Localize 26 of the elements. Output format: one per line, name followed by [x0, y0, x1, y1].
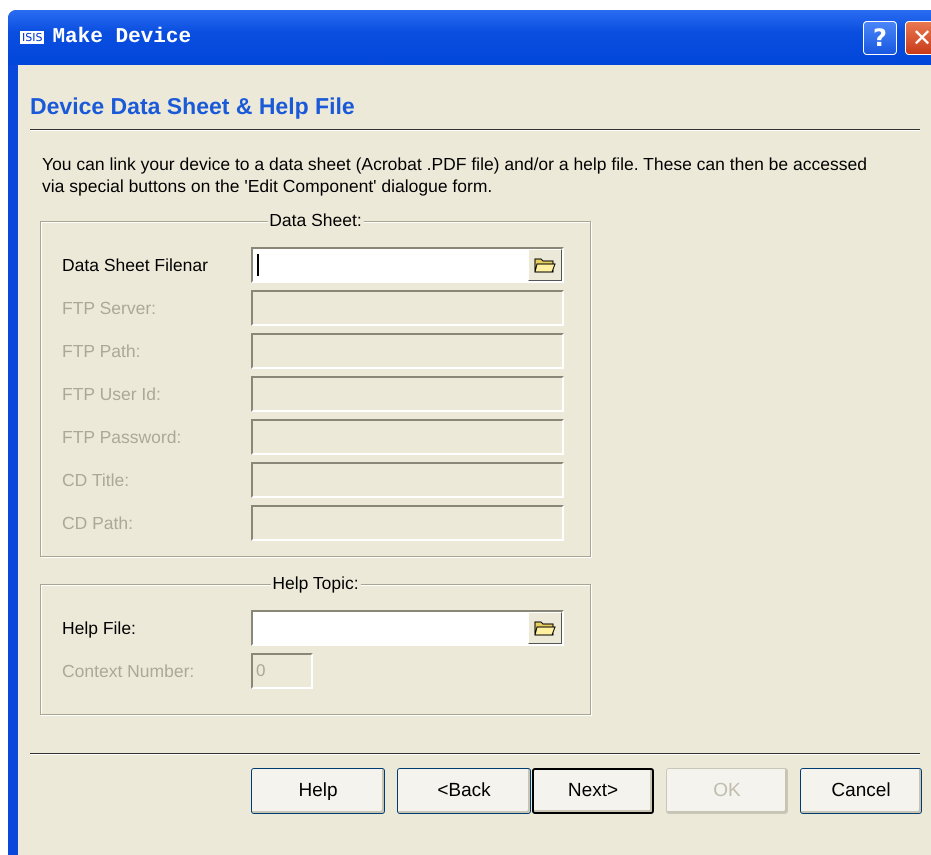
dialog-button[interactable]: Next> — [532, 768, 654, 814]
file-field[interactable] — [251, 610, 564, 646]
field-label: FTP User Id: — [62, 384, 162, 404]
field-label: Context Number: — [62, 660, 196, 682]
dialog-button[interactable]: <Back — [397, 768, 531, 814]
help-button[interactable]: ? — [863, 20, 897, 54]
field-label: CD Path: — [62, 512, 134, 534]
app-badge: ISIS — [20, 31, 44, 44]
field-label: FTP Password: — [62, 426, 182, 448]
field-label: Help File: — [62, 618, 137, 638]
browse-button[interactable] — [528, 249, 562, 281]
dialog-button[interactable]: Help — [251, 768, 385, 814]
field-label: CD Title: — [62, 470, 130, 490]
folder-icon — [534, 256, 556, 274]
field-label: FTP Path: — [62, 340, 142, 362]
page-heading: Device Data Sheet & Help File — [30, 93, 356, 120]
dialog-button[interactable]: Cancel — [800, 768, 922, 814]
close-button[interactable]: ✕ — [905, 20, 931, 54]
description-text: You can link your device to a data sheet (Acrobat .PDF file) and/or a help file. These can then be accessed via special buttons on the 'Edit Component' dialogue form. — [42, 153, 868, 197]
field-label: Data Sheet Filenar — [62, 254, 209, 276]
browse-button[interactable] — [528, 612, 562, 644]
group-title: Help Topic: — [270, 573, 361, 594]
folder-icon — [534, 619, 556, 637]
field-label: FTP Server: — [62, 298, 158, 318]
file-field[interactable] — [251, 247, 564, 283]
window-title: Make Device — [52, 26, 192, 49]
